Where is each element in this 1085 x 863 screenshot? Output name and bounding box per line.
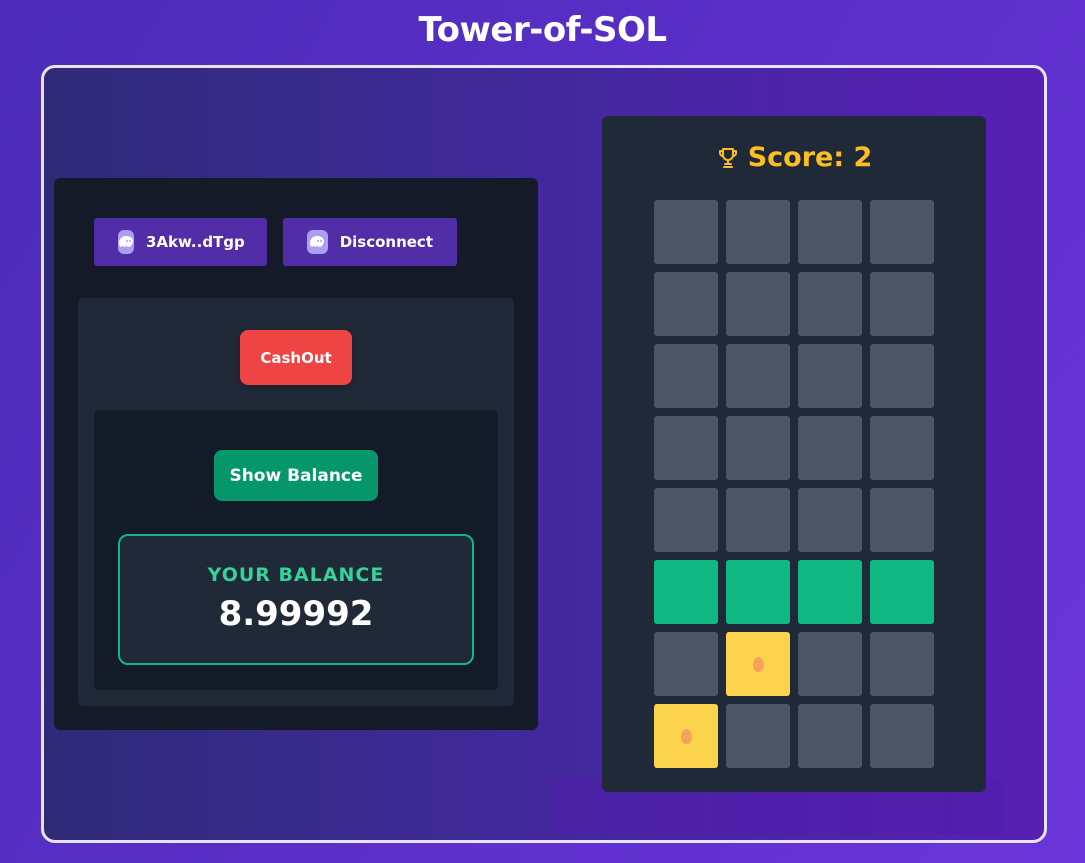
tower-cell[interactable] [726, 560, 790, 624]
tower-cell[interactable] [798, 272, 862, 336]
tower-cell[interactable] [726, 344, 790, 408]
tower-cell[interactable] [726, 488, 790, 552]
tower-cell[interactable] [798, 560, 862, 624]
tower-cell[interactable] [870, 560, 934, 624]
tower-cell[interactable] [654, 704, 718, 768]
egg-icon [752, 656, 764, 672]
tower-cell[interactable] [726, 200, 790, 264]
actions-panel: CashOut Show Balance YOUR BALANCE 8.9999… [78, 298, 514, 706]
egg-icon [680, 728, 692, 744]
tower-cell[interactable] [654, 632, 718, 696]
wallet-address-label: 3Akw..dTgp [146, 233, 245, 251]
score-display: Score: 2 [602, 142, 986, 173]
balance-card: YOUR BALANCE 8.99992 [118, 534, 474, 665]
page-title: Tower-of-SOL [418, 10, 667, 50]
tower-cell[interactable] [654, 416, 718, 480]
game-frame: 3Akw..dTgp Disconnect CashOut Show Balan… [41, 65, 1047, 843]
tower-cell[interactable] [870, 272, 934, 336]
trophy-icon [718, 147, 737, 168]
tower-cell[interactable] [654, 272, 718, 336]
tower-cell[interactable] [726, 632, 790, 696]
tower-cell[interactable] [798, 344, 862, 408]
tower-cell[interactable] [870, 416, 934, 480]
phantom-ghost-icon [118, 230, 134, 254]
score-label: Score: 2 [747, 142, 873, 173]
tower-cell[interactable] [654, 344, 718, 408]
tower-cell[interactable] [654, 560, 718, 624]
tower-cell[interactable] [870, 704, 934, 768]
phantom-ghost-icon [307, 230, 328, 254]
balance-panel: Show Balance YOUR BALANCE 8.99992 [94, 410, 498, 690]
wallet-address-button[interactable]: 3Akw..dTgp [94, 218, 267, 266]
tower-cell[interactable] [798, 704, 862, 768]
game-panel: Score: 2 [602, 116, 986, 792]
balance-value: 8.99992 [218, 594, 374, 634]
show-balance-button[interactable]: Show Balance [214, 450, 378, 501]
tower-cell[interactable] [798, 416, 862, 480]
tower-cell[interactable] [654, 200, 718, 264]
cashout-button[interactable]: CashOut [240, 330, 352, 385]
tower-cell[interactable] [870, 488, 934, 552]
tower-cell[interactable] [870, 200, 934, 264]
tower-cell[interactable] [726, 704, 790, 768]
tower-cell[interactable] [654, 488, 718, 552]
tower-cell[interactable] [798, 200, 862, 264]
disconnect-button[interactable]: Disconnect [283, 218, 457, 266]
tower-cell[interactable] [798, 632, 862, 696]
tower-cell[interactable] [726, 272, 790, 336]
balance-label: YOUR BALANCE [207, 564, 385, 586]
tower-cell[interactable] [726, 416, 790, 480]
tower-cell[interactable] [870, 344, 934, 408]
tower-cell[interactable] [798, 488, 862, 552]
wallet-panel: 3Akw..dTgp Disconnect CashOut Show Balan… [54, 178, 538, 730]
tower-cell[interactable] [870, 632, 934, 696]
disconnect-label: Disconnect [339, 233, 433, 251]
tower-grid [654, 200, 934, 768]
